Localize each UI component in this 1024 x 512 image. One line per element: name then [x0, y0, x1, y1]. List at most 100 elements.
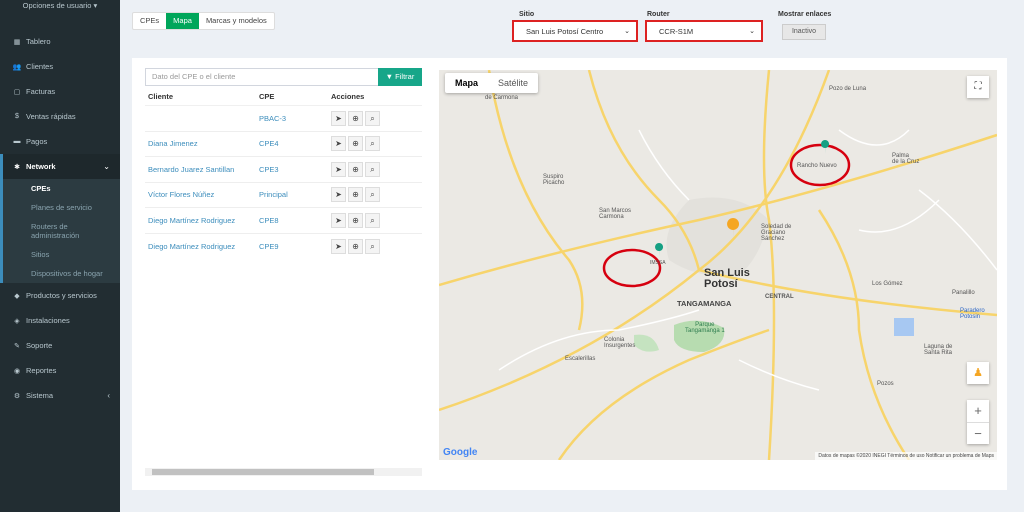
search-icon[interactable]: ⌕: [365, 161, 380, 177]
sidebar-item-sistema[interactable]: ⚙ Sistema ‹: [0, 383, 120, 408]
map-label: San Marcos Carmona: [599, 208, 632, 220]
search-icon[interactable]: ⌕: [365, 136, 380, 152]
navigate-icon[interactable]: ➤: [331, 110, 346, 126]
user-options-menu[interactable]: Opciones de usuario ▾: [0, 0, 120, 14]
pegman-icon[interactable]: ♟: [967, 362, 989, 384]
sitio-value: San Luis Potosí Centro: [526, 26, 604, 36]
map-label: Palma de la Cruz: [892, 153, 920, 165]
zoom-in-icon[interactable]: ⊕: [348, 187, 363, 203]
router-select[interactable]: CCR-S1M ⌄: [645, 20, 763, 42]
map-label: CENTRAL: [765, 294, 794, 300]
map-label: Paradero Potosin: [960, 308, 985, 320]
map-label: Los Gómez: [872, 281, 903, 287]
table-row: PBAC-3 ➤ ⊕ ⌕: [145, 105, 422, 131]
router-value: CCR-S1M: [659, 26, 694, 36]
zoom-out-button[interactable]: −: [967, 422, 989, 444]
table-row: Víctor Flores Núñez Principal ➤ ⊕ ⌕: [145, 181, 422, 208]
map-type-mapa[interactable]: Mapa: [445, 73, 488, 93]
network-icon: ✱: [14, 163, 20, 171]
map-type-satelite[interactable]: Satélite: [488, 73, 538, 93]
sidebar-subitem-dispositivos[interactable]: Dispositivos de hogar: [3, 264, 120, 283]
cpe-table: Cliente CPE Acciones PBAC-3 ➤ ⊕ ⌕ Diana Jime…: [145, 88, 422, 259]
sidebar-subitem-planes[interactable]: Planes de servicio: [3, 198, 120, 217]
map-label: Laguna de Santa Rita: [924, 344, 953, 356]
chevron-down-icon: ⌄: [103, 162, 110, 171]
horizontal-scrollbar[interactable]: [145, 468, 422, 476]
sidebar-item-label: Tablero: [26, 37, 51, 46]
cell-acciones: ➤ ⊕ ⌕: [328, 105, 422, 131]
chevron-left-icon: ‹: [107, 391, 110, 400]
zoom-in-icon[interactable]: ⊕: [348, 238, 363, 254]
map-label: Rancho Nuevo: [797, 163, 837, 169]
table-row: Bernardo Juarez Santillan CPE3 ➤ ⊕ ⌕: [145, 156, 422, 182]
cell-cpe[interactable]: CPE8: [256, 207, 328, 233]
dollar-icon: $: [15, 113, 19, 120]
cell-cliente[interactable]: Diego Martínez Rodriguez: [145, 232, 256, 259]
sidebar-item-clientes[interactable]: 👥 Clientes: [0, 54, 120, 79]
chevron-down-icon: ⌄: [624, 28, 630, 35]
search-icon[interactable]: ⌕: [365, 238, 380, 254]
dashboard-icon: ▦: [13, 38, 21, 46]
wrench-icon: ✎: [14, 342, 20, 350]
cell-acciones: ➤ ⊕ ⌕: [328, 181, 422, 208]
cell-cpe[interactable]: CPE4: [256, 130, 328, 157]
sidebar-subitem-cpes[interactable]: CPEs: [3, 179, 120, 198]
cell-cpe[interactable]: Principal: [256, 181, 328, 208]
map-attribution[interactable]: Datos de mapas ©2020 INEGI Términos de u…: [815, 452, 997, 460]
sidebar-subitem-routers[interactable]: Routers de administración: [3, 217, 95, 245]
filter-button[interactable]: ▼ Filtrar: [378, 68, 422, 86]
search-input[interactable]: Dato del CPE o el cliente: [145, 68, 379, 86]
navigate-icon[interactable]: ➤: [331, 136, 346, 152]
sidebar-item-pagos[interactable]: ▬ Pagos: [0, 129, 120, 154]
zoom-in-icon[interactable]: ⊕: [348, 161, 363, 177]
navigate-icon[interactable]: ➤: [331, 212, 346, 228]
search-icon[interactable]: ⌕: [365, 212, 380, 228]
zoom-in-icon[interactable]: ⊕: [348, 212, 363, 228]
sidebar-item-soporte[interactable]: ✎ Soporte: [0, 333, 120, 358]
cell-cpe[interactable]: PBAC-3: [256, 105, 328, 131]
cell-cliente[interactable]: [145, 105, 256, 131]
sidebar-item-tablero[interactable]: ▦ Tablero: [0, 29, 120, 54]
cell-cliente[interactable]: Víctor Flores Núñez: [145, 181, 256, 208]
map-view[interactable]: Pozo de Luna de Carmona Palma de la Cruz…: [439, 70, 997, 460]
tab-mapa[interactable]: Mapa: [166, 13, 199, 29]
sidebar-item-facturas[interactable]: ▢ Facturas: [0, 79, 120, 104]
tab-cpes[interactable]: CPEs: [133, 13, 166, 29]
map-label: Colonia Insurgentes: [604, 337, 636, 349]
sidebar-item-productos[interactable]: ◆ Productos y servicios: [0, 283, 120, 308]
map-label: Suspiro Picacho: [543, 174, 565, 186]
zoom-in-icon[interactable]: ⊕: [348, 136, 363, 152]
navigate-icon[interactable]: ➤: [331, 187, 346, 203]
scrollbar-thumb[interactable]: [152, 469, 374, 475]
cell-cliente[interactable]: Bernardo Juarez Santillan: [145, 156, 256, 182]
cell-cliente[interactable]: Diana Jimenez: [145, 130, 256, 157]
sidebar-item-instalaciones[interactable]: ◈ Instalaciones: [0, 308, 120, 333]
sitio-select[interactable]: San Luis Potosí Centro ⌄: [512, 20, 638, 42]
sidebar-item-label: Productos y servicios: [26, 291, 97, 300]
cell-acciones: ➤ ⊕ ⌕: [328, 130, 422, 157]
cell-acciones: ➤ ⊕ ⌕: [328, 156, 422, 182]
sitio-label: Sitio: [519, 11, 535, 18]
tab-marcas[interactable]: Marcas y modelos: [199, 13, 274, 29]
sidebar-item-label: Pagos: [26, 137, 48, 146]
table-row: Diego Martínez Rodriguez CPE8 ➤ ⊕ ⌕: [145, 207, 422, 233]
zoom-in-button[interactable]: +: [967, 400, 989, 422]
fullscreen-icon[interactable]: ⛶: [967, 76, 989, 98]
cell-cliente[interactable]: Diego Martínez Rodriguez: [145, 207, 256, 233]
navigate-icon[interactable]: ➤: [331, 161, 346, 177]
sidebar-item-reportes[interactable]: ◉ Reportes: [0, 358, 120, 383]
search-icon[interactable]: ⌕: [365, 110, 380, 126]
sidebar-item-network[interactable]: ✱ Network ⌄: [0, 154, 120, 179]
links-toggle-button[interactable]: Inactivo: [782, 24, 826, 40]
zoom-in-icon[interactable]: ⊕: [348, 110, 363, 126]
install-icon: ◈: [14, 317, 20, 325]
map-label: Parque Tangamanga 1: [685, 322, 725, 334]
navigate-icon[interactable]: ➤: [331, 238, 346, 254]
cell-cpe[interactable]: CPE3: [256, 156, 328, 182]
reports-icon: ◉: [13, 367, 21, 375]
cell-cpe[interactable]: CPE9: [256, 232, 328, 259]
search-icon[interactable]: ⌕: [365, 187, 380, 203]
sidebar-item-label: Reportes: [26, 366, 57, 375]
sidebar-subitem-sitios[interactable]: Sitios: [3, 245, 120, 264]
sidebar-item-ventas[interactable]: $ Ventas rápidas: [0, 104, 120, 129]
